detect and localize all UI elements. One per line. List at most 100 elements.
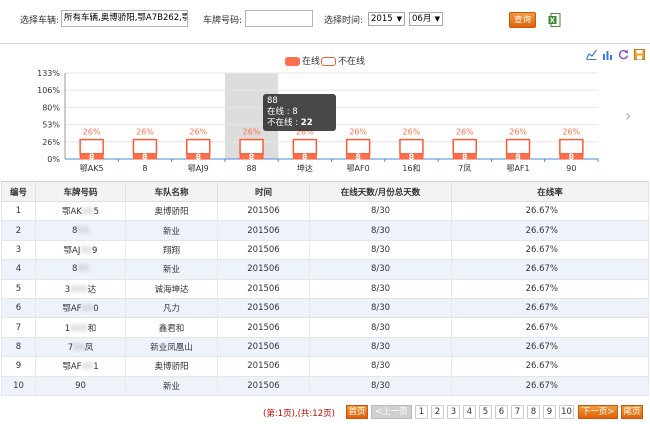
chevron-down-icon: ▼: [396, 15, 402, 23]
table-row[interactable]: 9 鄂AFXX1 奥博骄阳 201506 8/30 26.67%: [1, 356, 649, 377]
bar-value-label: 8: [89, 152, 95, 161]
pagination: (第:1页),(共:12页) 首页 <上一页 1 2 3 4 5 6 7 8 9 10 下一页> …: [0, 405, 650, 420]
plate-input[interactable]: [245, 10, 313, 27]
bar-top-label: 26%: [456, 128, 474, 137]
page-number-button[interactable]: 8: [527, 405, 540, 419]
bar-top-label: 26%: [403, 128, 421, 137]
bar-top-label: 26%: [243, 128, 261, 137]
plate-part: 1: [93, 362, 99, 373]
plate-part: 和: [87, 323, 97, 334]
cell-days: 8/30: [309, 376, 452, 396]
x-category-label: 90: [566, 164, 576, 173]
year-value: 2015: [371, 14, 393, 24]
bar-top-label: 26%: [83, 128, 101, 137]
next-page-button[interactable]: 下一页>: [578, 405, 618, 419]
plate-part: XXX: [70, 284, 88, 295]
last-page-button[interactable]: 尾页: [621, 405, 643, 419]
page-number-button[interactable]: 5: [479, 405, 492, 419]
table-row[interactable]: 6 鄂AFXX0 凡力 201506 8/30 26.67%: [1, 298, 649, 319]
plate-part: 90: [75, 380, 86, 391]
cell-rate: 26.67%: [451, 220, 649, 241]
x-category-label: 16和: [402, 164, 420, 173]
plate-part: 5: [93, 207, 99, 218]
tooltip-offline: 不在线 : 22: [267, 118, 332, 129]
x-category-label: 鄂AF1: [506, 164, 529, 173]
cell-time: 201506: [217, 298, 310, 319]
cell-no: 10: [1, 376, 36, 396]
cell-days: 8/30: [309, 201, 452, 222]
table-row[interactable]: 5 3XXX达 诚海坤达 201506 8/30 26.67%: [1, 279, 649, 299]
page-number-button[interactable]: 4: [463, 405, 476, 419]
plate-part: XX: [77, 264, 90, 275]
query-button[interactable]: 查询: [509, 12, 536, 28]
cell-plate: 8XX: [35, 259, 126, 280]
cell-team: 奥博骄阳: [125, 201, 218, 222]
cell-plate: 7XX凤: [35, 337, 126, 358]
page-number-button[interactable]: 10: [559, 405, 574, 419]
cell-team: 凡力: [125, 298, 218, 319]
cell-days: 8/30: [309, 220, 452, 241]
cell-no: 4: [1, 259, 36, 280]
cell-plate: 鄂AFXX0: [35, 298, 126, 319]
plate-part: XXX: [70, 323, 88, 334]
page-number-button[interactable]: 7: [511, 405, 524, 419]
table-row[interactable]: 7 1XXX和 鑫君和 201506 8/30 26.67%: [1, 317, 649, 338]
first-page-button[interactable]: 首页: [346, 405, 368, 419]
plate-part: XX: [81, 207, 94, 218]
bar-value-label: 8: [355, 152, 361, 161]
table-row[interactable]: 8 7XX凤 新业凤凰山 201506 8/30 26.67%: [1, 337, 649, 358]
cell-plate: 1XXX和: [35, 317, 126, 338]
prev-page-button[interactable]: <上一页: [371, 405, 412, 419]
table-row[interactable]: 3 鄂AJXX9 翔翔 201506 8/30 26.67%: [1, 240, 649, 261]
vehicle-select-input[interactable]: 所有车辆,奥博骄阳,鄂A7B262,鄂AF: [61, 10, 188, 27]
col-header-rate[interactable]: 在线率: [451, 181, 649, 202]
filter-bar: 选择车辆: 所有车辆,奥博骄阳,鄂A7B262,鄂AF 车牌号码: 选择时间: …: [0, 0, 650, 44]
y-tick-label: 0%: [47, 155, 60, 164]
cell-team: 新业: [125, 376, 218, 396]
table-row[interactable]: 10 90 新业 201506 8/30 26.67%: [1, 376, 649, 396]
cell-plate: 鄂AJXX9: [35, 240, 126, 261]
table-row[interactable]: 4 8XX 新业 201506 8/30 26.67%: [1, 259, 649, 280]
cell-team: 新业: [125, 220, 218, 241]
page-number-button[interactable]: 2: [431, 405, 444, 419]
x-category-label: 鄂AK5: [80, 164, 104, 173]
table-row[interactable]: 1 鄂AKXX5 奥博骄阳 201506 8/30 26.67%: [1, 201, 649, 222]
cell-no: 8: [1, 337, 36, 358]
cell-days: 8/30: [309, 298, 452, 319]
cell-time: 201506: [217, 337, 310, 358]
year-select[interactable]: 2015 ▼: [368, 12, 405, 26]
plate-part: 鄂AF: [62, 362, 82, 373]
col-header-plate[interactable]: 车牌号码: [35, 181, 126, 202]
table-header-row: 编号 车牌号码 车队名称 时间 在线天数/月份总天数 在线率: [1, 181, 649, 202]
tooltip-online: 在线 : 8: [267, 107, 298, 117]
plate-part: 凤: [84, 342, 94, 353]
plate-label: 车牌号码:: [203, 16, 243, 26]
plate-part: XX: [81, 304, 94, 315]
col-header-no[interactable]: 编号: [1, 181, 36, 202]
col-header-days[interactable]: 在线天数/月份总天数: [309, 181, 452, 202]
cell-time: 201506: [217, 259, 310, 280]
cell-rate: 26.67%: [451, 376, 649, 396]
plate-part: XX: [77, 225, 90, 236]
page-number-button[interactable]: 6: [495, 405, 508, 419]
page-number-button[interactable]: 1: [415, 405, 428, 419]
chevron-right-icon[interactable]: ›: [625, 106, 631, 125]
col-header-team[interactable]: 车队名称: [125, 181, 218, 202]
page-number-button[interactable]: 9: [543, 405, 556, 419]
excel-export-icon[interactable]: X: [548, 13, 561, 27]
y-tick-label: 80%: [42, 103, 60, 112]
plate-part: 鄂AJ: [63, 245, 81, 256]
page-number-button[interactable]: 3: [447, 405, 460, 419]
cell-rate: 26.67%: [451, 259, 649, 280]
cell-rate: 26.67%: [451, 201, 649, 222]
cell-team: 新业凤凰山: [125, 337, 218, 358]
cell-days: 8/30: [309, 356, 452, 377]
cell-rate: 26.67%: [451, 317, 649, 338]
cell-rate: 26.67%: [451, 279, 649, 299]
tooltip-title: 88: [267, 96, 278, 106]
month-select[interactable]: 06月 ▼: [409, 12, 443, 26]
cell-time: 201506: [217, 317, 310, 338]
table-row[interactable]: 2 8XX 新业 201506 8/30 26.67%: [1, 220, 649, 241]
col-header-time[interactable]: 时间: [217, 181, 310, 202]
cell-time: 201506: [217, 240, 310, 261]
